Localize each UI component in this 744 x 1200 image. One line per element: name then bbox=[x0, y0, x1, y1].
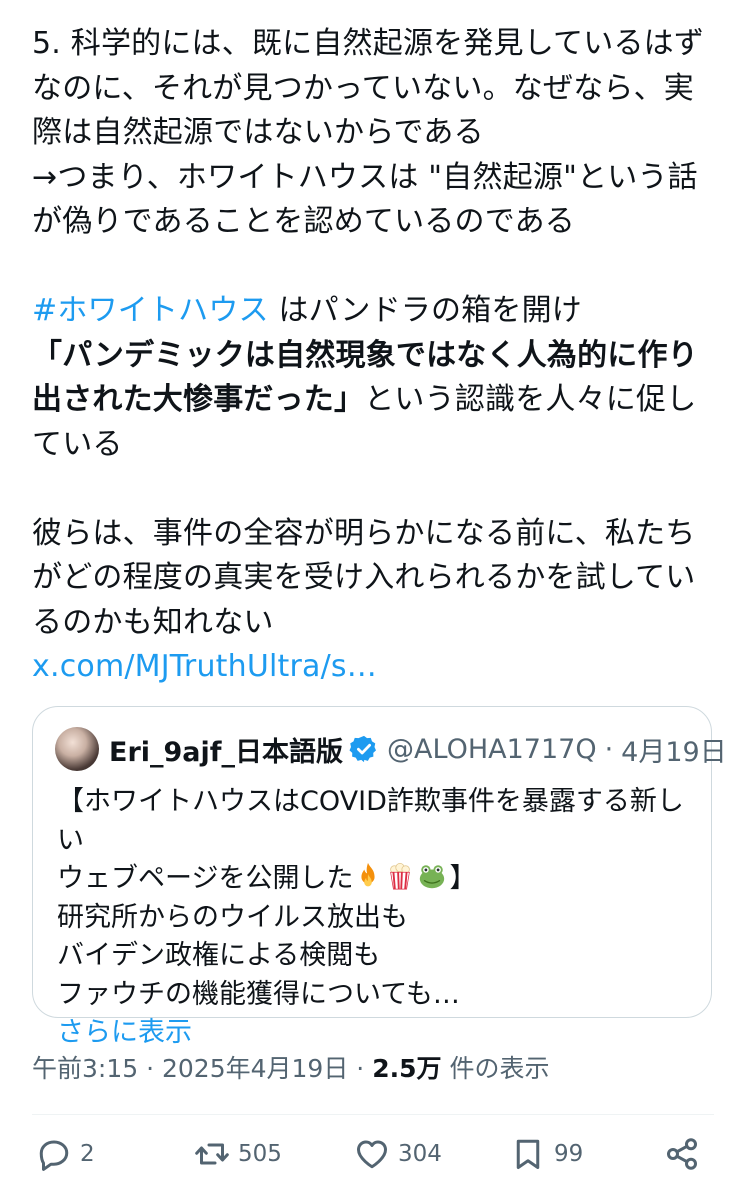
bookmark-count: 99 bbox=[554, 1141, 584, 1167]
tweet-line: が偽りであることを認めているのである bbox=[32, 204, 575, 239]
retweet-count: 505 bbox=[238, 1141, 282, 1167]
tweet-meta: 午前3:15 · 2025年4月19日 · 2.5万 件の表示 bbox=[32, 1049, 549, 1085]
like-button[interactable]: 304 bbox=[354, 1136, 442, 1172]
quoted-text-fragment: ウェブページを公開した bbox=[57, 863, 354, 894]
tweet-line: なのに、それが見つかっていない。なぜなら、実 bbox=[32, 70, 694, 106]
reply-button[interactable]: 2 bbox=[36, 1136, 95, 1172]
share-icon bbox=[667, 1138, 697, 1170]
share-button[interactable] bbox=[664, 1136, 708, 1172]
tweet-text-fragment: という認識を人々に促し bbox=[364, 382, 697, 417]
quoted-line: バイデン政権による検閲も bbox=[57, 940, 381, 971]
quoted-tweet-text: 【ホワイトハウスはCOVID詐欺事件を暴露する新しい ウェブページを公開した 】 bbox=[57, 783, 697, 1053]
tweet-line: 出された大惨事だった」という認識を人々に促し bbox=[32, 378, 712, 423]
tweet-line: x.com/MJTruthUltra/s… bbox=[32, 645, 712, 690]
views-label: 件の表示 bbox=[441, 1054, 550, 1083]
show-more-link[interactable]: さらに表示 bbox=[57, 1017, 192, 1048]
fire-emoji-icon bbox=[361, 862, 376, 887]
tweet-text-fragment: はパンドラの箱を開け bbox=[268, 293, 582, 328]
frog-emoji-icon bbox=[420, 865, 445, 889]
tweet-line: ている bbox=[32, 426, 123, 462]
separator-dot: · bbox=[356, 1054, 365, 1083]
hashtag-link[interactable]: #ホワイトハウス bbox=[32, 293, 269, 328]
tweet-line: 際は自然起源ではないからである bbox=[32, 115, 484, 150]
bookmark-icon bbox=[516, 1139, 540, 1169]
quoted-tweet-card[interactable]: Eri_9ajf_日本語版 @ALOHA1717Q · 4月19日 【ホワイトハ… bbox=[32, 706, 727, 1048]
tweet-text: 5. 科学的には、既に自然起源を発見しているはず なのに、それが見つかっていない… bbox=[32, 22, 712, 690]
tweet-line: 彼らは、事件の全容が明らかになる前に、私たち bbox=[32, 515, 696, 551]
quoted-author-name[interactable]: Eri_9ajf_日本語版 bbox=[109, 730, 343, 769]
quoted-line: ウェブページを公開した 】 bbox=[57, 860, 697, 899]
tweet-bold-fragment: 出された大惨事だった」 bbox=[32, 382, 365, 417]
tweet-date[interactable]: 2025年4月19日 bbox=[162, 1054, 348, 1083]
tweet-line: →つまり、ホワイトハウスは "自然起源"という話 bbox=[32, 159, 698, 195]
divider bbox=[32, 1114, 714, 1115]
tweet-line: るのかも知れない bbox=[32, 604, 274, 640]
tweet-time[interactable]: 午前3:15 bbox=[32, 1054, 138, 1083]
quoted-tweet-date[interactable]: 4月19日 bbox=[621, 730, 727, 769]
tweet-line: #ホワイトハウス はパンドラの箱を開け bbox=[32, 289, 712, 334]
quoted-line: 研究所からのウイルス放出も bbox=[57, 901, 408, 933]
avatar[interactable] bbox=[55, 727, 99, 771]
tweet-bold-line: 「パンデミックは自然現象ではなく人為的に作り bbox=[32, 337, 698, 373]
reply-count: 2 bbox=[80, 1141, 95, 1167]
quoted-text-fragment: 】 bbox=[449, 863, 477, 894]
quoted-author-handle: @ALOHA1717Q bbox=[387, 733, 597, 765]
quoted-line: 【ホワイトハウスはCOVID詐欺事件を暴露する新しい bbox=[57, 786, 684, 856]
quoted-line: さらに表示 bbox=[57, 1014, 697, 1053]
popcorn-emoji-icon bbox=[390, 862, 411, 890]
quoted-tweet-header: Eri_9ajf_日本語版 @ALOHA1717Q · 4月19日 bbox=[55, 727, 727, 771]
views-count: 2.5万 bbox=[372, 1054, 442, 1083]
action-bar: 2 505 304 99 bbox=[32, 1136, 712, 1186]
reply-icon bbox=[39, 1140, 69, 1171]
retweet-button[interactable]: 505 bbox=[194, 1136, 282, 1172]
external-link[interactable]: x.com/MJTruthUltra/s… bbox=[32, 649, 377, 684]
bookmark-button[interactable]: 99 bbox=[510, 1136, 583, 1172]
separator-dot: · bbox=[146, 1054, 155, 1083]
like-count: 304 bbox=[398, 1141, 442, 1167]
retweet-icon bbox=[195, 1143, 229, 1165]
heart-icon bbox=[357, 1140, 387, 1169]
tweet-line: 5. 科学的には、既に自然起源を発見しているはず bbox=[32, 26, 705, 61]
quoted-line: ファウチの機能獲得についても… bbox=[57, 978, 460, 1010]
tweet-line: がどの程度の真実を受け入れられるかを試してい bbox=[32, 560, 696, 595]
separator-dot: · bbox=[604, 733, 614, 765]
verified-badge-icon bbox=[349, 735, 377, 763]
